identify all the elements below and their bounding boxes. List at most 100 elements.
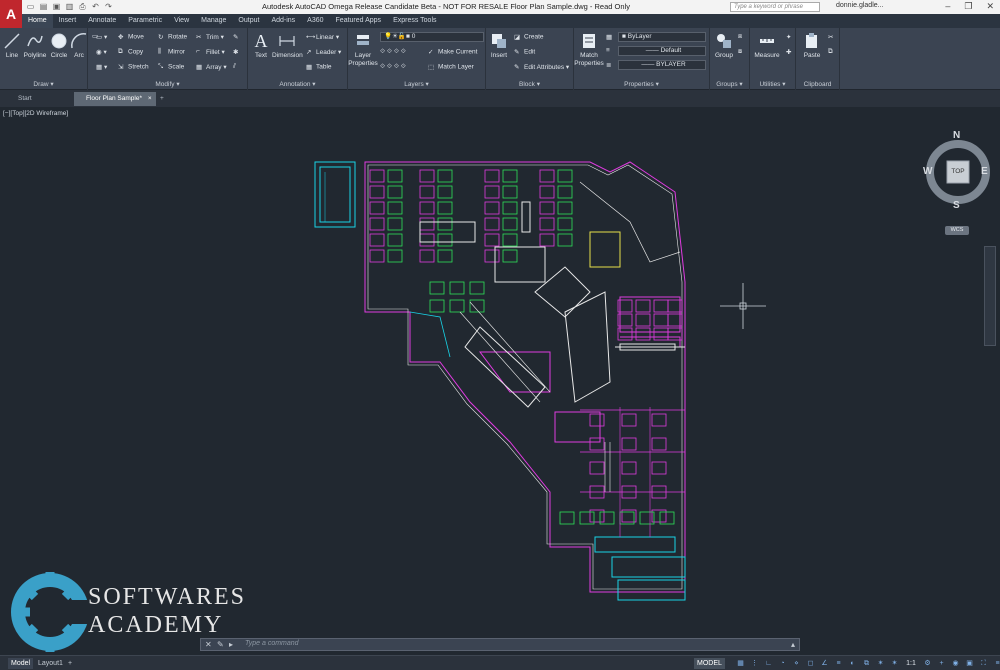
arc-tool[interactable]: Arc — [70, 32, 88, 59]
properties-panel-title[interactable]: Properties ▾ — [574, 80, 709, 88]
tab-output[interactable]: Output — [232, 14, 265, 28]
tab-express-tools[interactable]: Express Tools — [387, 14, 442, 28]
customize-icon[interactable]: ✎ — [217, 640, 224, 649]
utilities-panel-title[interactable]: Utilities ▾ — [750, 80, 795, 88]
edit-block-button[interactable]: ✎ Edit — [514, 48, 535, 56]
save-icon[interactable]: ▣ — [52, 2, 61, 11]
osnap-icon[interactable]: ◻ — [806, 659, 815, 668]
offset-icon[interactable]: ⫽ — [233, 63, 236, 71]
polar-icon[interactable]: ◔ — [778, 659, 787, 668]
new-icon[interactable]: ▭ — [26, 2, 35, 11]
annotation-visibility-icon[interactable]: ✶ — [876, 659, 885, 668]
group-edit-icon[interactable]: ⧇ — [738, 48, 742, 56]
scale-button[interactable]: ⤡ Scale — [158, 63, 184, 71]
viewcube-south[interactable]: S — [953, 200, 960, 211]
drawing-tab[interactable]: Floor Plan Sample* × — [74, 92, 156, 106]
tab-parametric[interactable]: Parametric — [122, 14, 168, 28]
hardware-acceleration-icon[interactable]: ▣ — [965, 659, 974, 668]
trim-button[interactable]: ✂ Trim ▾ — [196, 33, 224, 41]
match-properties-button[interactable]: Match Properties — [574, 32, 604, 68]
polyline-tool[interactable]: Polyline — [22, 32, 48, 59]
restore-icon[interactable]: ❐ — [964, 1, 972, 12]
annotation-panel-title[interactable]: Annotation ▾ — [248, 80, 347, 88]
plus-icon[interactable]: + — [937, 659, 946, 668]
viewcube-west[interactable]: W — [923, 166, 932, 177]
rectangle-tool-icon[interactable]: ▭ ▾ — [96, 33, 107, 41]
make-current-button[interactable]: ✓ Make Current — [428, 48, 477, 56]
tab-manage[interactable]: Manage — [195, 14, 232, 28]
command-history-icon[interactable]: ▴ — [791, 640, 795, 649]
edit-attributes-button[interactable]: ✎ Edit Attributes ▾ — [514, 63, 569, 71]
cut-icon[interactable]: ✂ — [828, 33, 833, 41]
quick-select-icon[interactable]: ✚ — [786, 48, 791, 56]
linear-button[interactable]: ⟷Linear ▾ — [306, 33, 339, 41]
undo-icon[interactable]: ↶ — [91, 2, 100, 11]
modify-panel-title[interactable]: Modify ▾ — [88, 80, 247, 88]
command-input[interactable]: Type a command — [245, 640, 299, 647]
fillet-button[interactable]: ⌐ Fillet ▾ — [196, 48, 225, 56]
rotate-button[interactable]: ↻ Rotate — [158, 33, 187, 41]
tab-view[interactable]: View — [168, 14, 195, 28]
otrack-icon[interactable]: ∠ — [820, 659, 829, 668]
close-tab-icon[interactable]: × — [148, 95, 152, 102]
color-dropdown[interactable]: ■ ByLayer — [618, 32, 706, 42]
isodraft-icon[interactable]: ⋄ — [792, 659, 801, 668]
measure-button[interactable]: Measure — [752, 32, 782, 59]
viewcube-east[interactable]: E — [981, 166, 988, 177]
layer-dropdown[interactable]: 💡☀🔓■ 0 — [380, 32, 484, 42]
text-tool[interactable]: A Text — [250, 31, 272, 59]
add-layout-icon[interactable]: + — [68, 658, 72, 669]
start-tab[interactable]: Start — [6, 92, 72, 106]
erase-icon[interactable]: ✎ — [233, 33, 238, 41]
minimize-icon[interactable]: – — [945, 1, 950, 12]
id-point-icon[interactable]: ✦ — [786, 33, 791, 41]
save-as-icon[interactable]: ▥ — [65, 2, 74, 11]
layer-tools-icon[interactable]: ⟐ ⟐ ⟐ ⟐ — [380, 48, 406, 56]
region-tool-icon[interactable]: ▦ ▾ — [96, 63, 107, 71]
mirror-button[interactable]: ⫼ Mirror — [158, 48, 185, 56]
ortho-icon[interactable]: ∟ — [764, 659, 773, 668]
wcs-menu[interactable]: WCS — [945, 226, 969, 235]
paste-button[interactable]: Paste — [798, 32, 826, 59]
application-menu-button[interactable]: A — [0, 0, 22, 28]
group-button[interactable]: Group — [712, 32, 736, 59]
insert-button[interactable]: Insert — [488, 32, 510, 59]
match-layer-button[interactable]: ⬚ Match Layer — [428, 63, 474, 71]
redo-icon[interactable]: ↷ — [104, 2, 113, 11]
tab-a360[interactable]: A360 — [301, 14, 329, 28]
copy-clip-icon[interactable]: ⧉ — [828, 48, 833, 56]
layout1-tab[interactable]: Layout1 — [38, 658, 63, 669]
workspace-gear-icon[interactable]: ⚙ — [923, 659, 932, 668]
close-icon[interactable]: ✕ — [986, 1, 994, 12]
viewport-controls[interactable]: [−][Top][2D Wireframe] — [3, 110, 68, 117]
user-account[interactable]: donnie.gladle... — [836, 2, 883, 9]
groups-panel-title[interactable]: Groups ▾ — [710, 80, 749, 88]
explode-icon[interactable]: ✱ — [233, 48, 238, 56]
open-icon[interactable]: ▤ — [39, 2, 48, 11]
annotation-scale[interactable]: 1:1 — [904, 659, 918, 668]
customization-icon[interactable]: ≡ — [993, 659, 1000, 668]
line-tool[interactable]: Line — [2, 32, 22, 59]
dimension-tool[interactable]: Dimension — [272, 32, 303, 59]
stretch-button[interactable]: ⇲ Stretch — [118, 63, 149, 71]
clean-screen-icon[interactable]: ⛶ — [979, 659, 988, 668]
isolate-icon[interactable]: ◉ — [951, 659, 960, 668]
create-block-button[interactable]: ◪ Create — [514, 33, 544, 41]
snap-icon[interactable]: ⋮ — [750, 659, 759, 668]
tab-add-ins[interactable]: Add-ins — [265, 14, 301, 28]
transparency-icon[interactable]: ◐ — [848, 659, 857, 668]
viewcube-north[interactable]: N — [953, 130, 960, 141]
grid-icon[interactable]: ▦ — [736, 659, 745, 668]
navigation-bar[interactable] — [984, 246, 996, 346]
autoscale-icon[interactable]: ✶ — [890, 659, 899, 668]
model-space-button[interactable]: MODEL — [694, 658, 725, 669]
search-input[interactable]: Type a keyword or phrase — [730, 2, 820, 12]
tab-featured-apps[interactable]: Featured Apps — [330, 14, 388, 28]
model-layout-tab[interactable]: Model — [8, 658, 34, 669]
move-button[interactable]: ✥ Move — [118, 33, 144, 41]
linetype-dropdown[interactable]: —— Default — [618, 46, 706, 56]
viewcube-top-face[interactable]: TOP — [947, 168, 969, 175]
layer-properties-button[interactable]: Layer Properties — [348, 32, 378, 68]
block-panel-title[interactable]: Block ▾ — [486, 80, 573, 88]
ungroup-icon[interactable]: ⧈ — [738, 33, 742, 41]
